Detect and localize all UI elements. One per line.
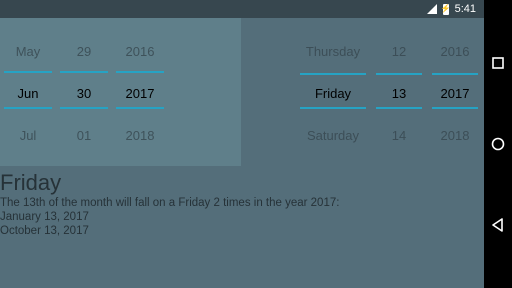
weekday-selected[interactable]: Friday [298,86,368,101]
day-prev[interactable]: 29 [56,44,112,59]
result-year-prev[interactable]: 2016 [430,44,480,59]
home-button[interactable] [490,136,506,152]
month-prev[interactable]: May [0,44,56,59]
year-prev[interactable]: 2016 [112,44,168,59]
month-divider-bottom [4,107,52,109]
back-button[interactable] [490,217,506,233]
year-divider-bottom [116,107,164,109]
day-divider-bottom [60,107,108,109]
result-day-selected[interactable]: 13 [374,86,424,101]
weekday-next[interactable]: Saturday [298,128,368,143]
result-year-selected[interactable]: 2017 [430,86,480,101]
home-circle-icon [491,137,505,151]
recents-button[interactable] [490,55,506,71]
weekday-picker[interactable]: Thursday Friday Saturday [298,18,368,166]
year-divider-top [116,71,164,73]
month-picker[interactable]: May Jun Jul [0,18,56,166]
result-year-divider-top [432,73,478,75]
weekday-divider-top [300,73,366,75]
result-summary: The 13th of the month will fall on a Fri… [0,197,340,209]
day-next[interactable]: 01 [56,128,112,143]
result-date-1: January 13, 2017 [0,211,89,223]
result-day-picker[interactable]: 12 13 14 [374,18,424,166]
signal-icon [426,4,437,14]
year-next[interactable]: 2018 [112,128,168,143]
result-year-picker[interactable]: 2016 2017 2018 [430,18,480,166]
month-selected[interactable]: Jun [0,86,56,101]
year-picker[interactable]: 2016 2017 2018 [112,18,168,166]
result-day-next[interactable]: 14 [374,128,424,143]
month-divider-top [4,71,52,73]
result-date-2: October 13, 2017 [0,225,89,237]
day-picker[interactable]: 29 30 01 [56,18,112,166]
battery-bolt: ⚡ [440,4,451,13]
result-block: Friday The 13th of the month will fall o… [0,170,480,238]
month-next[interactable]: Jul [0,128,56,143]
result-year-divider-bottom [432,107,478,109]
clock: 5:41 [454,3,476,15]
weekday-prev[interactable]: Thursday [298,44,368,59]
result-day-divider-top [376,73,422,75]
navigation-bar [484,0,512,288]
recents-square-icon [492,57,504,69]
day-selected[interactable]: 30 [56,86,112,101]
battery-charging-icon: ⚡ [440,3,451,15]
back-triangle-icon [492,218,503,232]
status-icons: ⚡ 5:41 [426,0,476,18]
day-divider-top [60,71,108,73]
weekday-divider-bottom [300,107,366,109]
year-selected[interactable]: 2017 [112,86,168,101]
result-title: Friday [0,170,62,195]
status-bar: ⚡ 5:41 [0,0,484,18]
result-day-prev[interactable]: 12 [374,44,424,59]
result-day-divider-bottom [376,107,422,109]
result-year-next[interactable]: 2018 [430,128,480,143]
